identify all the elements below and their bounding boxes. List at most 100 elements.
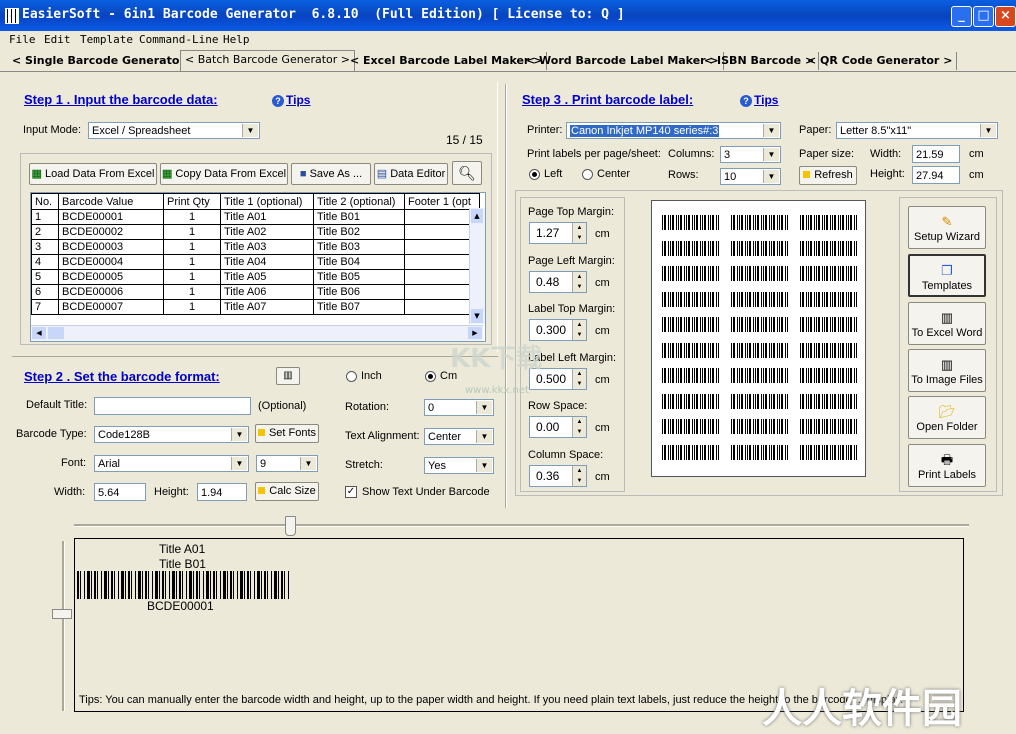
columns-select[interactable]: 3 ▼ bbox=[720, 146, 781, 163]
table-row[interactable]: 5 BCDE00005 1 Title A05 Title B05 bbox=[31, 269, 480, 285]
col-print-qty[interactable]: Print Qty bbox=[163, 193, 221, 210]
table-cell[interactable]: Title A01 bbox=[220, 209, 314, 225]
menu-template[interactable]: Template bbox=[80, 33, 133, 46]
table-cell[interactable]: Title A02 bbox=[220, 224, 314, 240]
table-cell[interactable]: Title A06 bbox=[220, 284, 314, 300]
col-title1[interactable]: Title 1 (optional) bbox=[220, 193, 314, 210]
spin-down-icon[interactable]: ▼ bbox=[572, 233, 586, 243]
refresh-button[interactable]: Refresh bbox=[799, 166, 857, 185]
table-cell[interactable]: 1 bbox=[31, 209, 59, 225]
table-cell[interactable]: BCDE00006 bbox=[58, 284, 164, 300]
step3-tips-link[interactable]: ? Tips bbox=[740, 93, 778, 107]
paper-select[interactable]: Letter 8.5"x11" ▼ bbox=[836, 122, 998, 139]
templates-button[interactable]: ❐ Templates bbox=[908, 254, 986, 297]
table-cell[interactable]: 1 bbox=[163, 254, 221, 270]
tab-word-label-maker[interactable]: < Word Barcode Label Maker > bbox=[522, 52, 724, 70]
spin-up-icon[interactable]: ▲ bbox=[572, 320, 586, 330]
table-row[interactable]: 3 BCDE00003 1 Title A03 Title B03 bbox=[31, 239, 480, 255]
printer-select[interactable]: Canon Inkjet MP140 series#:3 ▼ bbox=[566, 122, 781, 139]
barcode-width-input[interactable]: 5.64 bbox=[94, 483, 146, 501]
table-cell[interactable]: BCDE00003 bbox=[58, 239, 164, 255]
chevron-left-icon[interactable]: ◀ bbox=[32, 327, 46, 339]
table-cell[interactable]: Title A07 bbox=[220, 299, 314, 315]
margin-spinner[interactable]: 1.27 ▲ ▼ bbox=[529, 222, 587, 244]
align-left-radio[interactable]: Left bbox=[529, 168, 562, 180]
table-cell[interactable]: 1 bbox=[163, 224, 221, 240]
spin-up-icon[interactable]: ▲ bbox=[572, 271, 586, 282]
spin-down-icon[interactable]: ▼ bbox=[572, 378, 586, 389]
vertical-slider-handle[interactable] bbox=[52, 609, 72, 619]
table-cell[interactable]: Title B03 bbox=[313, 239, 405, 255]
default-title-input[interactable] bbox=[94, 397, 251, 415]
align-center-radio[interactable]: Center bbox=[582, 168, 630, 180]
to-excel-word-button[interactable]: ▥ To Excel Word bbox=[908, 302, 986, 345]
barcode-type-select[interactable]: Code128B ▼ bbox=[94, 426, 249, 443]
scroll-thumb[interactable] bbox=[48, 327, 64, 339]
unit-inch-radio[interactable]: Inch bbox=[346, 370, 382, 382]
barcode-data-grid[interactable]: No. Barcode Value Print Qty Title 1 (opt… bbox=[30, 192, 486, 342]
tab-isbn-barcode[interactable]: < ISBN Barcode > bbox=[700, 52, 820, 70]
table-cell[interactable]: Title B07 bbox=[313, 299, 405, 315]
barcode-height-input[interactable]: 1.94 bbox=[197, 483, 247, 501]
spin-up-icon[interactable]: ▲ bbox=[572, 417, 586, 427]
load-from-excel-button[interactable]: ▦ Load Data From Excel bbox=[29, 163, 157, 185]
spin-down-icon[interactable]: ▼ bbox=[572, 427, 586, 437]
grid-vertical-scrollbar[interactable]: ▲ ▼ bbox=[469, 208, 485, 324]
step1-tips-link[interactable]: ? Tips bbox=[272, 93, 310, 107]
save-as-button[interactable]: ■ Save As ... bbox=[291, 163, 371, 185]
text-alignment-select[interactable]: Center ▼ bbox=[424, 428, 494, 445]
table-cell[interactable]: 7 bbox=[31, 299, 59, 315]
table-cell[interactable]: Title A05 bbox=[220, 269, 314, 285]
rotation-select[interactable]: 0 ▼ bbox=[424, 399, 494, 416]
horizontal-slider-handle[interactable] bbox=[285, 516, 296, 536]
to-image-files-button[interactable]: ▥ To Image Files bbox=[908, 349, 986, 392]
minimize-button[interactable]: _ bbox=[951, 6, 972, 27]
setup-wizard-button[interactable]: ✎ Setup Wizard bbox=[908, 206, 986, 249]
col-barcode-value[interactable]: Barcode Value bbox=[58, 193, 164, 210]
paper-height-input[interactable]: 27.94 bbox=[912, 166, 960, 184]
margin-spinner[interactable]: 0.48 ▲ ▼ bbox=[529, 270, 587, 293]
maximize-button[interactable]: □ bbox=[973, 6, 994, 27]
spin-up-icon[interactable]: ▲ bbox=[572, 465, 586, 476]
table-cell[interactable]: BCDE00004 bbox=[58, 254, 164, 270]
table-cell[interactable]: Title B04 bbox=[313, 254, 405, 270]
table-row[interactable]: 6 BCDE00006 1 Title A06 Title B06 bbox=[31, 284, 480, 300]
col-no[interactable]: No. bbox=[31, 193, 59, 210]
set-fonts-button[interactable]: Set Fonts bbox=[255, 424, 319, 443]
table-cell[interactable]: BCDE00001 bbox=[58, 209, 164, 225]
horizontal-ruler-slider[interactable] bbox=[74, 524, 969, 527]
input-mode-select[interactable]: Excel / Spreadsheet ▼ bbox=[88, 122, 260, 139]
table-cell[interactable]: 5 bbox=[31, 269, 59, 285]
table-cell[interactable]: 1 bbox=[163, 209, 221, 225]
chevron-down-icon[interactable]: ▼ bbox=[471, 309, 483, 323]
table-cell[interactable]: Title B01 bbox=[313, 209, 405, 225]
table-cell[interactable]: BCDE00002 bbox=[58, 224, 164, 240]
table-cell[interactable]: 1 bbox=[163, 269, 221, 285]
font-select[interactable]: Arial ▼ bbox=[94, 455, 249, 472]
calc-size-button[interactable]: Calc Size bbox=[255, 482, 319, 501]
table-cell[interactable]: 1 bbox=[163, 284, 221, 300]
menu-edit[interactable]: Edit bbox=[44, 33, 71, 46]
spin-up-icon[interactable]: ▲ bbox=[572, 368, 586, 379]
font-size-select[interactable]: 9 ▼ bbox=[256, 455, 318, 472]
table-cell[interactable]: BCDE00005 bbox=[58, 269, 164, 285]
margin-spinner[interactable]: 0.36 ▲ ▼ bbox=[529, 464, 587, 487]
rows-select[interactable]: 10 ▼ bbox=[720, 168, 781, 185]
open-folder-button[interactable]: 📂︎ Open Folder bbox=[908, 396, 986, 439]
stretch-select[interactable]: Yes ▼ bbox=[424, 457, 494, 474]
menu-help[interactable]: Help bbox=[223, 33, 250, 46]
tab-qr-code[interactable]: < QR Code Generator > bbox=[803, 52, 958, 70]
table-cell[interactable]: 3 bbox=[31, 239, 59, 255]
table-row[interactable]: 7 BCDE00007 1 Title A07 Title B07 bbox=[31, 299, 480, 315]
spin-up-icon[interactable]: ▲ bbox=[572, 223, 586, 233]
table-cell[interactable]: Title B05 bbox=[313, 269, 405, 285]
data-editor-button[interactable]: ▤ Data Editor bbox=[374, 163, 448, 185]
spin-down-icon[interactable]: ▼ bbox=[572, 330, 586, 340]
tab-batch-barcode[interactable]: < Batch Barcode Generator > bbox=[180, 50, 355, 72]
menu-file[interactable]: File bbox=[9, 33, 36, 46]
tab-single-barcode[interactable]: < Single Barcode Generator > bbox=[8, 52, 203, 70]
col-title2[interactable]: Title 2 (optional) bbox=[313, 193, 405, 210]
menu-command-line[interactable]: Command-Line bbox=[139, 33, 218, 46]
table-row[interactable]: 1 BCDE00001 1 Title A01 Title B01 bbox=[31, 209, 480, 225]
spin-down-icon[interactable]: ▼ bbox=[572, 475, 586, 486]
